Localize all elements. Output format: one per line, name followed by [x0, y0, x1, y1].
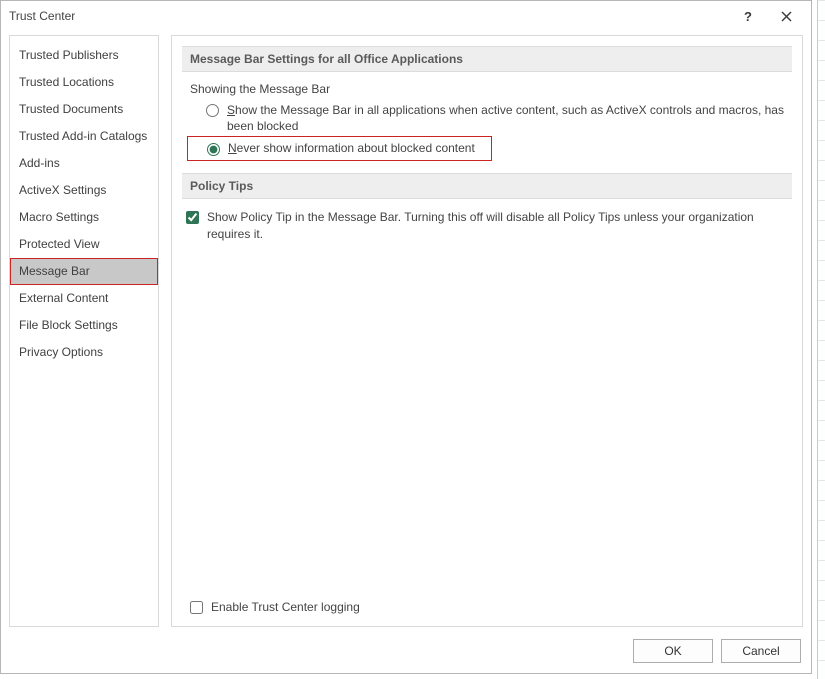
checkbox-show-policy-tip-input[interactable]: [186, 211, 199, 224]
message-bar-subheading: Showing the Message Bar: [190, 82, 788, 96]
sidebar-item-trusted-addin-catalogs[interactable]: Trusted Add-in Catalogs: [10, 123, 158, 150]
footer-buttons: OK Cancel: [633, 639, 801, 663]
close-button[interactable]: [767, 1, 805, 31]
radio-show-message-bar-label: Show the Message Bar in all applications…: [227, 102, 788, 134]
dialog-body: Trusted Publishers Trusted Locations Tru…: [9, 35, 803, 627]
sidebar-item-trusted-publishers[interactable]: Trusted Publishers: [10, 42, 158, 69]
checkbox-show-policy-tip-label: Show Policy Tip in the Message Bar. Turn…: [207, 209, 788, 243]
checkbox-enable-logging-label: Enable Trust Center logging: [211, 600, 360, 614]
sidebar-item-message-bar[interactable]: Message Bar: [10, 258, 158, 285]
window-title: Trust Center: [9, 9, 729, 23]
background-strip: [817, 0, 825, 679]
radio-show-message-bar-input[interactable]: [206, 104, 219, 117]
close-icon: [781, 11, 792, 22]
titlebar: Trust Center ?: [1, 1, 811, 31]
radio-show-message-bar[interactable]: Show the Message Bar in all applications…: [186, 100, 788, 136]
radio-never-show-info-input[interactable]: [207, 143, 220, 156]
sidebar-item-activex-settings[interactable]: ActiveX Settings: [10, 177, 158, 204]
checkbox-enable-logging-input[interactable]: [190, 601, 203, 614]
cancel-button[interactable]: Cancel: [721, 639, 801, 663]
sidebar: Trusted Publishers Trusted Locations Tru…: [9, 35, 159, 627]
sidebar-item-privacy-options[interactable]: Privacy Options: [10, 339, 158, 366]
trust-center-dialog: Trust Center ? Trusted Publishers Truste…: [0, 0, 812, 674]
sidebar-item-trusted-documents[interactable]: Trusted Documents: [10, 96, 158, 123]
sidebar-item-file-block-settings[interactable]: File Block Settings: [10, 312, 158, 339]
section-heading-message-bar: Message Bar Settings for all Office Appl…: [182, 46, 792, 72]
content-pane: Message Bar Settings for all Office Appl…: [171, 35, 803, 627]
sidebar-item-macro-settings[interactable]: Macro Settings: [10, 204, 158, 231]
sidebar-item-add-ins[interactable]: Add-ins: [10, 150, 158, 177]
section-heading-policy-tips: Policy Tips: [182, 173, 792, 199]
checkbox-enable-logging[interactable]: Enable Trust Center logging: [186, 599, 788, 616]
sidebar-item-external-content[interactable]: External Content: [10, 285, 158, 312]
radio-never-show-info[interactable]: Never show information about blocked con…: [187, 136, 492, 160]
help-button[interactable]: ?: [729, 1, 767, 31]
radio-never-show-info-label: Never show information about blocked con…: [228, 140, 475, 156]
sidebar-item-protected-view[interactable]: Protected View: [10, 231, 158, 258]
checkbox-show-policy-tip[interactable]: Show Policy Tip in the Message Bar. Turn…: [186, 209, 788, 243]
ok-button[interactable]: OK: [633, 639, 713, 663]
sidebar-item-trusted-locations[interactable]: Trusted Locations: [10, 69, 158, 96]
